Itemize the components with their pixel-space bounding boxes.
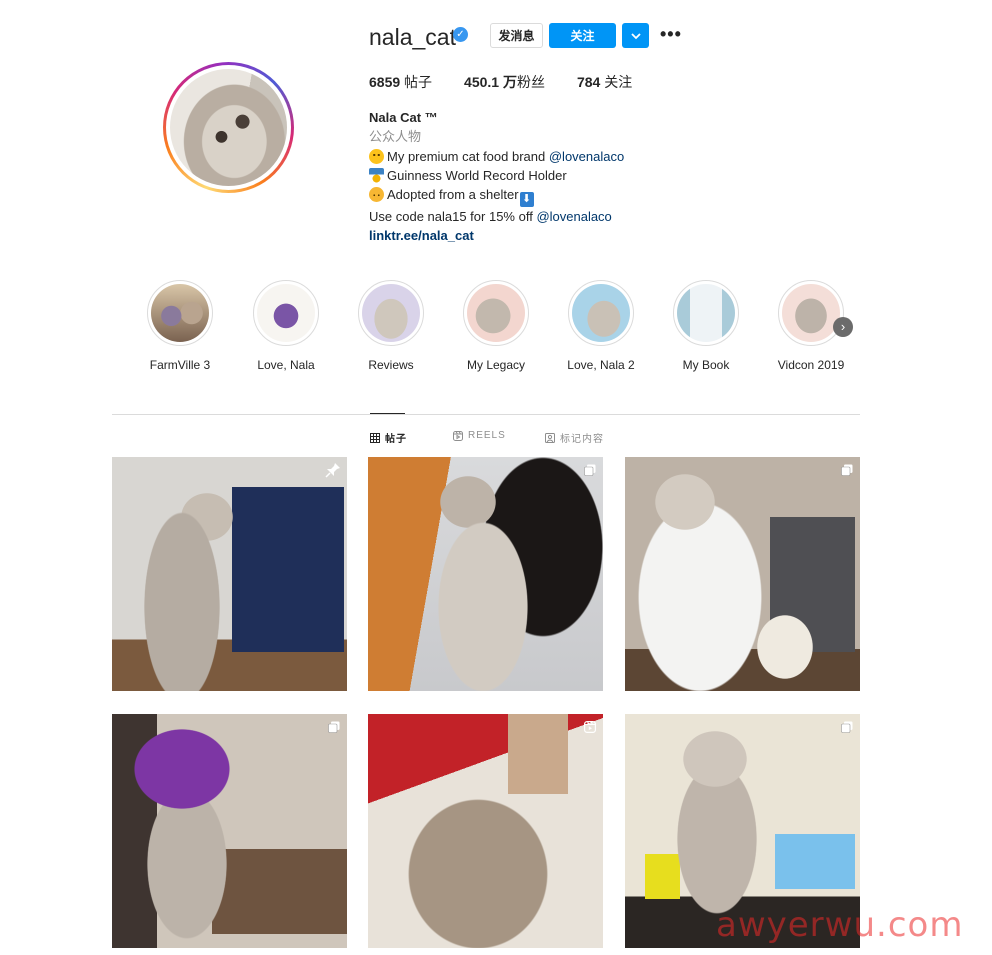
- post-thumbnail[interactable]: [625, 457, 860, 691]
- bio-line-text: My premium cat food brand: [387, 148, 549, 164]
- post-thumbnail[interactable]: [368, 457, 603, 691]
- followers-count-label: 粉丝: [516, 74, 545, 90]
- highlight-cover: [362, 284, 420, 342]
- highlight-label: Love, Nala 2: [567, 358, 635, 372]
- post-thumbnail[interactable]: [112, 714, 347, 948]
- highlight-item[interactable]: Love, Nala: [241, 280, 331, 372]
- highlight-label: Vidcon 2019: [777, 358, 845, 372]
- posts-count: 6859 帖子: [369, 72, 432, 92]
- profile-tabs: 帖子 REELS 标记内容: [0, 430, 992, 445]
- watermark-text: awyerwu.com: [716, 905, 964, 945]
- highlights-next-arrow-icon[interactable]: ›: [833, 317, 853, 337]
- profile-avatar[interactable]: [163, 62, 294, 193]
- profile-username: nala_cat: [369, 24, 456, 50]
- posts-count-label: 帖子: [400, 74, 433, 90]
- chevron-down-icon: [630, 32, 641, 39]
- tabs-divider: [112, 414, 860, 415]
- avatar-image: [170, 69, 287, 186]
- more-options-icon[interactable]: •••: [660, 25, 682, 43]
- verified-badge-icon: ✓: [453, 27, 468, 42]
- highlight-cover: [677, 284, 735, 342]
- bio-website-link[interactable]: linktr.ee/nala_cat: [369, 226, 624, 245]
- tab-reels-label: REELS: [468, 430, 506, 441]
- tab-posts[interactable]: 帖子: [370, 430, 407, 445]
- followers-count[interactable]: 450.1 万粉丝: [464, 72, 545, 92]
- down-arrow-emoji-icon: ⬇: [519, 192, 534, 208]
- highlight-cover: [572, 284, 630, 342]
- highlight-cover: [257, 284, 315, 342]
- highlight-cover: [151, 284, 209, 342]
- following-count[interactable]: 784 关注: [577, 72, 632, 92]
- pin-icon: [325, 463, 340, 478]
- highlight-cover: [467, 284, 525, 342]
- highlight-item[interactable]: My Legacy: [451, 280, 541, 372]
- highlight-item[interactable]: Love, Nala 2: [556, 280, 646, 372]
- bio-line-text: Use code nala15 for 15% off: [369, 209, 537, 225]
- posts-count-value: 6859: [369, 74, 401, 90]
- profile-bio: Nala Cat ™ 公众人物 My premium cat food bran…: [369, 108, 624, 246]
- highlight-label: FarmVille 3: [149, 358, 211, 372]
- multi-photo-icon: [584, 464, 596, 476]
- following-count-label: 关注: [600, 74, 633, 90]
- bio-line-text: Guinness World Record Holder: [387, 167, 567, 183]
- highlight-ring: [673, 280, 739, 346]
- post-thumbnail[interactable]: [368, 714, 603, 948]
- profile-category: 公众人物: [369, 129, 422, 145]
- smile-emoji-icon: [369, 148, 384, 164]
- multi-photo-icon: [328, 721, 340, 733]
- highlight-ring: [778, 280, 844, 346]
- tab-tagged-label: 标记内容: [560, 434, 604, 445]
- highlight-label: Love, Nala: [257, 358, 315, 372]
- highlight-label: Reviews: [368, 358, 414, 372]
- post-thumbnail[interactable]: [112, 457, 347, 691]
- highlight-ring: [568, 280, 634, 346]
- tab-reels[interactable]: REELS: [453, 430, 506, 441]
- bio-line: Adopted from a shelter ⬇: [369, 185, 624, 208]
- highlight-item[interactable]: My Book: [661, 280, 751, 372]
- medal-emoji-icon: [369, 167, 384, 183]
- bio-line: My premium cat food brand @lovenalaco: [369, 147, 624, 166]
- profile-stats: 6859 帖子 450.1 万粉丝 784 关注: [369, 72, 664, 92]
- following-count-value: 784: [576, 74, 601, 90]
- message-button[interactable]: 发消息: [490, 23, 543, 48]
- highlight-ring: [358, 280, 424, 346]
- active-tab-indicator: [370, 413, 405, 414]
- tagged-person-icon: [545, 432, 555, 443]
- highlight-label: My Legacy: [466, 358, 526, 372]
- avatar-frame: [166, 65, 291, 190]
- bio-line: Guinness World Record Holder: [369, 166, 624, 185]
- multi-photo-icon: [841, 464, 853, 476]
- bio-line: Use code nala15 for 15% off @lovenalaco: [369, 207, 624, 226]
- tab-posts-label: 帖子: [385, 434, 407, 445]
- followers-count-value: 450.1 万: [464, 74, 517, 90]
- multi-photo-icon: [841, 721, 853, 733]
- highlight-ring: [463, 280, 529, 346]
- story-highlights: FarmVille 3 Love, Nala Reviews My Legacy…: [138, 280, 858, 380]
- highlight-item[interactable]: FarmVille 3: [135, 280, 225, 372]
- highlight-ring: [147, 280, 213, 346]
- grid-icon: [370, 432, 380, 443]
- tab-tagged[interactable]: 标记内容: [545, 430, 604, 445]
- profile-display-name: Nala Cat ™: [369, 110, 438, 125]
- bio-mention-link[interactable]: @lovenalaco: [549, 149, 624, 164]
- follow-button[interactable]: 关注: [549, 23, 616, 48]
- bio-line-text: Adopted from a shelter: [387, 187, 519, 203]
- highlight-ring: [253, 280, 319, 346]
- suggested-dropdown-button[interactable]: [622, 23, 649, 48]
- highlight-label: My Book: [682, 358, 730, 372]
- highlight-item[interactable]: Reviews: [346, 280, 436, 372]
- bio-mention-link[interactable]: @lovenalaco: [536, 209, 611, 224]
- reel-icon: [584, 721, 596, 733]
- reels-icon: [453, 430, 463, 441]
- highlight-cover: [782, 284, 840, 342]
- cat-emoji-icon: [369, 187, 384, 203]
